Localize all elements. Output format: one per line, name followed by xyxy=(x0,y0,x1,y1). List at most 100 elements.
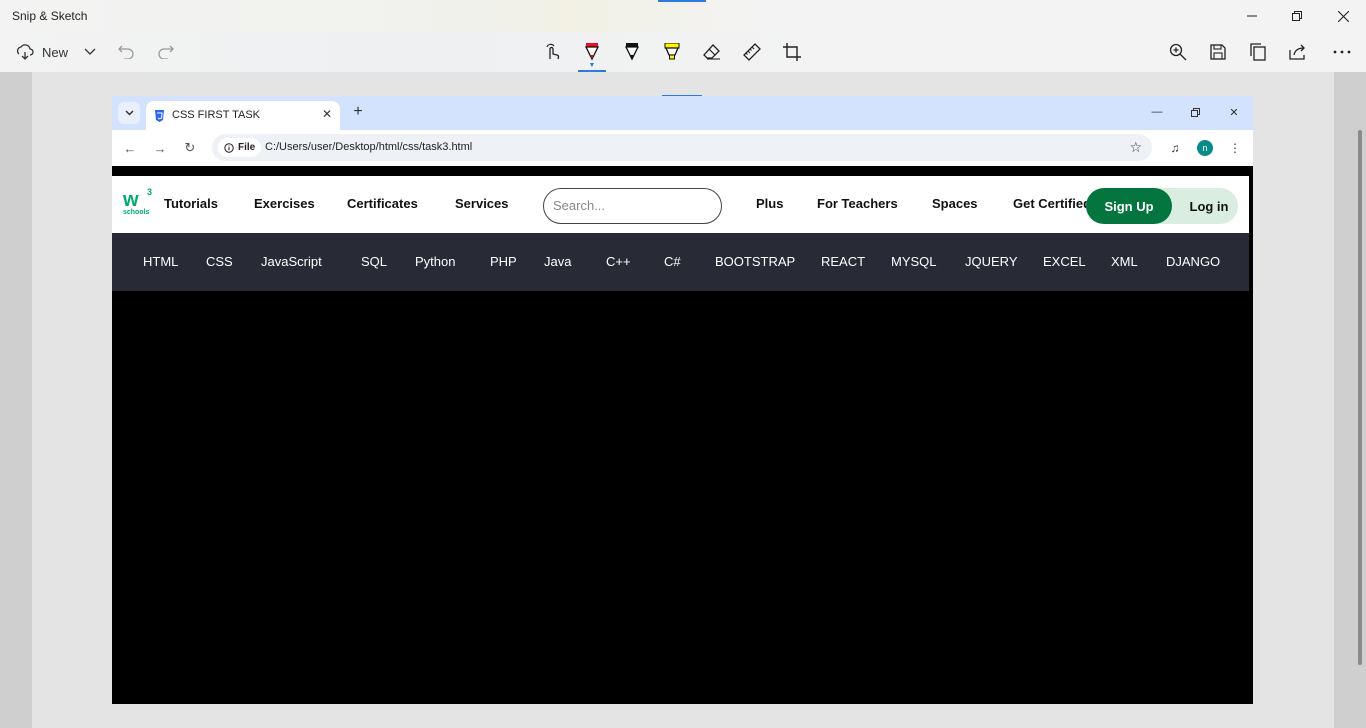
zoom-in-icon xyxy=(1169,43,1187,61)
touch-writing-icon xyxy=(546,43,560,60)
subnav-javascript[interactable]: JavaScript xyxy=(261,254,322,269)
browser-minimize-button[interactable]: — xyxy=(1147,102,1167,122)
share-button[interactable] xyxy=(1282,32,1314,72)
drag-indicator xyxy=(658,0,706,2)
highlighter-icon xyxy=(664,43,680,60)
media-controls-button[interactable]: ♫ xyxy=(1165,138,1185,158)
crop-icon xyxy=(783,43,801,61)
zoom-button[interactable] xyxy=(1162,32,1194,72)
app-toolbar: New ▼ xyxy=(0,32,1366,72)
ballpoint-pen-button[interactable]: ▼ xyxy=(576,32,608,72)
forward-button[interactable]: → xyxy=(150,138,170,158)
ruler-icon xyxy=(743,43,761,61)
nav-services[interactable]: Services xyxy=(455,196,509,211)
auth-buttons: Sign Up Log in xyxy=(1086,188,1238,224)
subnav-django[interactable]: DJANGO xyxy=(1166,254,1220,269)
sign-up-button[interactable]: Sign Up xyxy=(1086,188,1172,224)
save-icon xyxy=(1210,44,1226,60)
redo-button[interactable] xyxy=(156,32,176,72)
vertical-scrollbar[interactable] xyxy=(1358,130,1362,665)
log-in-button[interactable]: Log in xyxy=(1180,188,1238,224)
touch-writing-button[interactable] xyxy=(536,32,568,72)
browser-restore-button[interactable] xyxy=(1185,102,1205,122)
undo-button[interactable] xyxy=(116,32,136,72)
playlist-icon: ♫ xyxy=(1170,141,1180,155)
eraser-icon xyxy=(703,44,720,60)
info-icon xyxy=(224,142,234,153)
pencil-icon xyxy=(624,43,640,61)
nav-tutorials[interactable]: Tutorials xyxy=(164,196,218,211)
restore-icon xyxy=(1292,11,1302,21)
more-icon xyxy=(1333,50,1351,54)
captured-screenshot: CSS FIRST TASK ✕ + — ✕ ← → ↻ File C:/Use… xyxy=(112,96,1253,704)
nav-for-teachers[interactable]: For Teachers xyxy=(817,196,898,211)
close-button[interactable] xyxy=(1320,0,1366,32)
nav-get-certified[interactable]: Get Certified xyxy=(1013,196,1088,211)
subnav-java[interactable]: Java xyxy=(544,254,571,269)
chevron-down-icon xyxy=(124,110,134,116)
tab-title: CSS FIRST TASK xyxy=(172,109,261,121)
tab-search-button[interactable] xyxy=(118,102,140,124)
subnav-mysql[interactable]: MYSQL xyxy=(891,254,937,269)
new-dropdown-button[interactable] xyxy=(80,32,100,72)
subnav-excel[interactable]: EXCEL xyxy=(1043,254,1086,269)
ruler-button[interactable] xyxy=(736,32,768,72)
browser-tab-strip: CSS FIRST TASK ✕ + — ✕ xyxy=(112,96,1253,130)
browser-tab[interactable]: CSS FIRST TASK ✕ xyxy=(146,101,340,130)
app-title: Snip & Sketch xyxy=(12,9,88,23)
nav-plus[interactable]: Plus xyxy=(756,196,783,211)
share-icon xyxy=(1289,44,1305,60)
nav-certificates[interactable]: Certificates xyxy=(347,196,418,211)
highlighter-button[interactable] xyxy=(656,32,688,72)
subnav-python[interactable]: Python xyxy=(415,254,455,269)
copy-icon xyxy=(1250,43,1266,61)
restore-button[interactable] xyxy=(1274,0,1320,32)
nav-exercises[interactable]: Exercises xyxy=(254,196,315,211)
browser-menu-button[interactable]: ⋮ xyxy=(1225,138,1245,158)
reload-icon: ↻ xyxy=(184,140,196,155)
nav-spaces[interactable]: Spaces xyxy=(932,196,978,211)
browser-toolbar: ← → ↻ File C:/Users/user/Desktop/html/cs… xyxy=(112,130,1253,166)
w3-subject-navbar: HTML CSS JavaScript SQL Python PHP Java … xyxy=(112,233,1249,291)
browser-close-button[interactable]: ✕ xyxy=(1224,102,1244,122)
crop-button[interactable] xyxy=(776,32,808,72)
subnav-bootstrap[interactable]: BOOTSTRAP xyxy=(715,254,795,269)
reload-button[interactable]: ↻ xyxy=(180,138,200,158)
save-button[interactable] xyxy=(1202,32,1234,72)
subnav-css[interactable]: CSS xyxy=(206,254,233,269)
tab-close-icon[interactable]: ✕ xyxy=(322,107,332,121)
eraser-button[interactable] xyxy=(696,32,728,72)
back-arrow-icon: ← xyxy=(123,140,137,156)
css-file-icon xyxy=(155,110,164,122)
title-bar: Snip & Sketch xyxy=(0,0,1366,32)
chevron-down-icon xyxy=(84,48,96,55)
new-snip-button[interactable]: New xyxy=(10,32,74,72)
minimize-button[interactable] xyxy=(1229,0,1275,32)
subnav-react[interactable]: REACT xyxy=(821,254,865,269)
w3schools-logo[interactable]: w 3 schools xyxy=(123,187,155,219)
site-info-chip[interactable]: File xyxy=(218,138,262,157)
more-button[interactable] xyxy=(1326,32,1358,72)
subnav-jquery[interactable]: JQUERY xyxy=(965,254,1018,269)
profile-avatar[interactable]: n xyxy=(1197,140,1213,156)
copy-button[interactable] xyxy=(1242,32,1274,72)
back-button[interactable]: ← xyxy=(120,138,140,158)
subnav-xml[interactable]: XML xyxy=(1111,254,1138,269)
bookmark-star-icon[interactable]: ☆ xyxy=(1129,139,1142,156)
new-tab-button[interactable]: + xyxy=(348,102,368,122)
redo-icon xyxy=(158,45,174,59)
address-bar[interactable]: File C:/Users/user/Desktop/html/css/task… xyxy=(212,134,1152,161)
subnav-cpp[interactable]: C++ xyxy=(606,254,631,269)
new-snip-icon xyxy=(16,44,34,60)
w3-search-box[interactable] xyxy=(543,188,722,224)
subnav-html[interactable]: HTML xyxy=(143,254,178,269)
subnav-php[interactable]: PHP xyxy=(490,254,517,269)
nav-get-certified-clip: Get Certified xyxy=(1012,196,1088,216)
pencil-button[interactable] xyxy=(616,32,648,72)
subnav-sql[interactable]: SQL xyxy=(361,254,387,269)
undo-icon xyxy=(118,45,134,59)
web-page: w 3 schools Tutorials Exercises Certific… xyxy=(112,170,1253,704)
w3-search-input[interactable] xyxy=(553,198,713,213)
subnav-csharp[interactable]: C# xyxy=(664,254,681,269)
close-icon: ✕ xyxy=(1229,106,1239,119)
